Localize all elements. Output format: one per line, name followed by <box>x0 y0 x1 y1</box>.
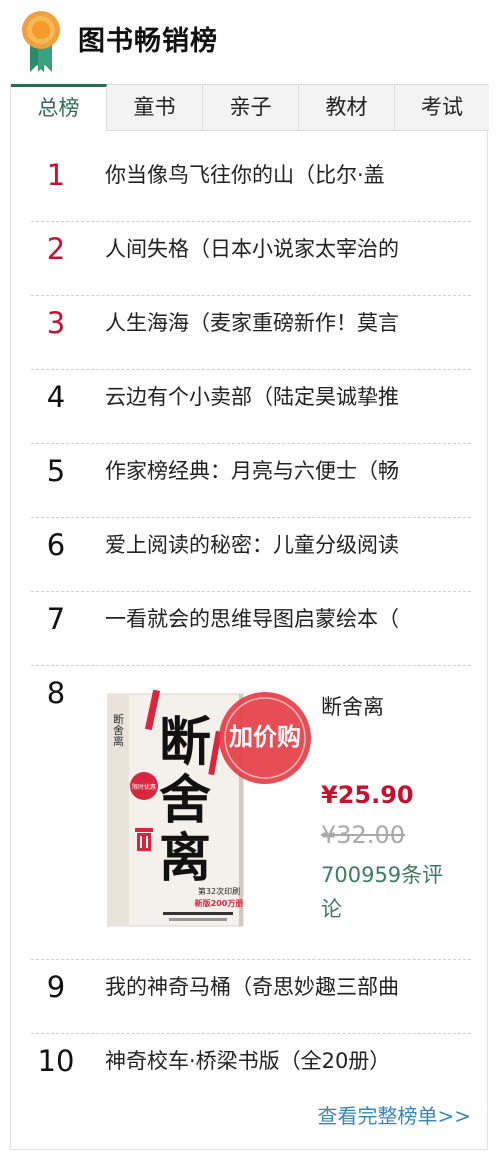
book-title-link[interactable]: 我的神奇马桶（奇思妙趣三部曲 <box>105 960 475 1014</box>
original-price: ¥32.00 <box>321 821 405 849</box>
book-title-link[interactable]: 作家榜经典：月亮与六便士（畅 <box>105 444 475 498</box>
rank-number: 3 <box>46 306 66 340</box>
cover-promo-text: 限时优惠 <box>132 783 156 791</box>
rank-number: 4 <box>46 380 66 414</box>
rank-number: 9 <box>46 970 66 1004</box>
badge-text: 加价购 <box>229 723 301 751</box>
list-item: 3 人生海海（麦家重磅新作！莫言 <box>31 296 471 370</box>
tab-bar: 总榜 童书 亲子 教材 考试 <box>11 84 489 131</box>
review-count-link[interactable]: 700959条评论 <box>321 858 461 926</box>
rank-number: 7 <box>46 602 66 636</box>
medal-icon <box>22 11 60 72</box>
list-item: 10 神奇校车·桥梁书版（全20册） <box>31 1034 471 1108</box>
list-item: 1 你当像鸟飞往你的山（比尔·盖 <box>31 148 471 222</box>
tab-overall[interactable]: 总榜 <box>11 84 107 131</box>
book-title-link[interactable]: 云边有个小卖部（陆定昊诚挚推 <box>105 370 475 424</box>
book-title-link[interactable]: 人生海海（麦家重磅新作！莫言 <box>105 296 475 350</box>
tab-exams[interactable]: 考试 <box>395 84 489 131</box>
book-title-link[interactable]: 神奇校车·桥梁书版（全20册） <box>105 1034 475 1088</box>
header: 图书畅销榜 <box>0 0 504 84</box>
view-full-list-link[interactable]: 查看完整榜单>> <box>317 1100 471 1129</box>
tab-parenting[interactable]: 亲子 <box>203 84 299 131</box>
rank-number: 1 <box>46 158 66 192</box>
book-title-link[interactable]: 断舍离 <box>321 680 384 734</box>
featured-list-item: 8 断舍离 断 舍 离 限时优惠 第32次印刷 新版200万册 加价购 断舍离 … <box>31 666 471 960</box>
book-title-link[interactable]: 人间失格（日本小说家太宰治的 <box>105 222 475 276</box>
rank-number: 8 <box>46 676 66 710</box>
cover-title-char: 离 <box>159 829 211 889</box>
list-item: 2 人间失格（日本小说家太宰治的 <box>31 222 471 296</box>
current-price: ¥25.90 <box>321 781 414 809</box>
list-item: 9 我的神奇马桶（奇思妙趣三部曲 <box>31 960 471 1034</box>
cover-title-char: 舍 <box>159 771 211 831</box>
rank-number: 10 <box>37 1044 75 1078</box>
rank-number: 6 <box>46 528 66 562</box>
cover-title-char: 断 <box>159 713 211 773</box>
list-item: 4 云边有个小卖部（陆定昊诚挚推 <box>31 370 471 444</box>
cover-spine-text: 断舍离 <box>112 712 125 747</box>
book-title-link[interactable]: 一看就会的思维导图启蒙绘本（ <box>105 592 475 646</box>
ranking-list: 1 你当像鸟飞往你的山（比尔·盖 2 人间失格（日本小说家太宰治的 3 人生海海… <box>31 148 471 1108</box>
list-item: 7 一看就会的思维导图启蒙绘本（ <box>31 592 471 666</box>
page-title: 图书畅销榜 <box>78 26 218 57</box>
rank-number: 2 <box>46 232 66 266</box>
book-cover-image[interactable]: 断舍离 断 舍 离 限时优惠 第32次印刷 新版200万册 加价购 <box>107 690 315 930</box>
bestseller-panel: 总榜 童书 亲子 教材 考试 1 你当像鸟飞往你的山（比尔·盖 2 人间失格（日… <box>10 84 489 1150</box>
list-item: 5 作家榜经典：月亮与六便士（畅 <box>31 444 471 518</box>
tab-textbooks[interactable]: 教材 <box>299 84 395 131</box>
cover-banner-text: 第32次印刷 <box>198 886 240 896</box>
book-title-link[interactable]: 你当像鸟飞往你的山（比尔·盖 <box>105 148 475 202</box>
rank-number: 5 <box>46 454 66 488</box>
cover-blurb-text: 新版200万册 <box>195 898 244 908</box>
book-title-link[interactable]: 爱上阅读的秘密：儿童分级阅读 <box>105 518 475 572</box>
tab-children-books[interactable]: 童书 <box>107 84 203 131</box>
list-item: 6 爱上阅读的秘密：儿童分级阅读 <box>31 518 471 592</box>
trash-bin-icon <box>135 828 153 851</box>
